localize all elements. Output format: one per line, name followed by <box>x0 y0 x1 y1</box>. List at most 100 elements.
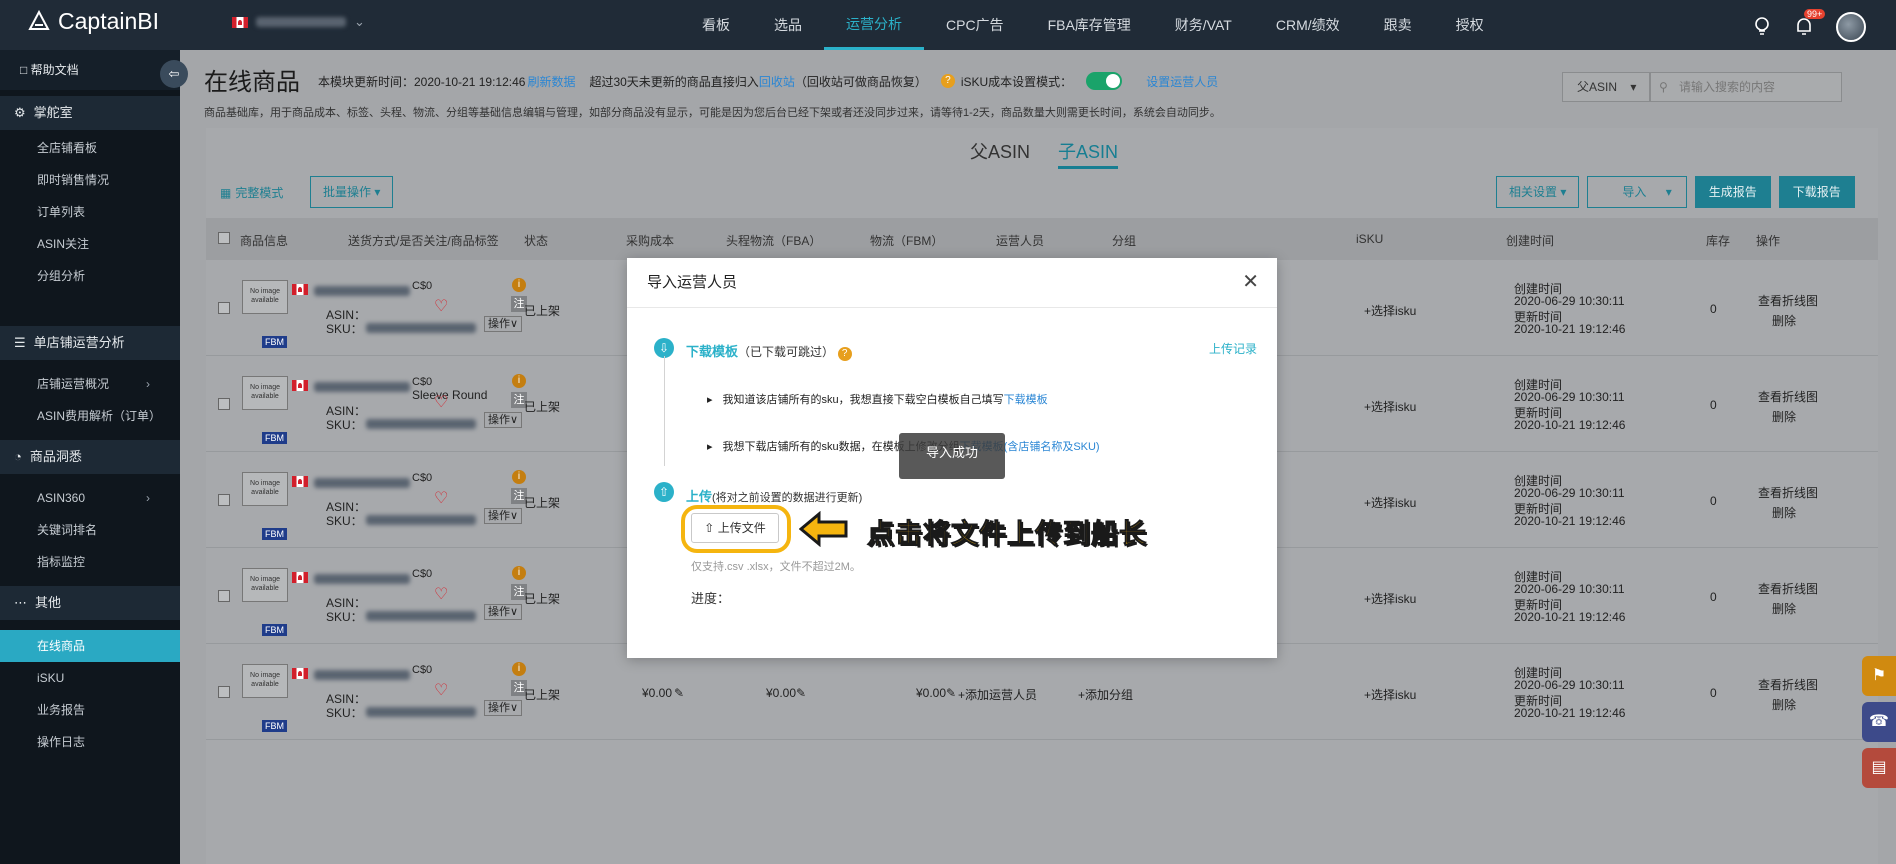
select-all-checkbox[interactable] <box>218 232 230 244</box>
row-checkbox[interactable] <box>218 302 230 314</box>
logo[interactable]: CaptainBI <box>26 8 159 35</box>
lightbulb-icon[interactable] <box>1752 15 1772 40</box>
view-chart-link[interactable]: 查看折线图 <box>1758 292 1818 309</box>
help-docs-link[interactable]: □ 帮助文档 <box>0 50 180 90</box>
product-title[interactable] <box>314 478 410 488</box>
gift-float-button[interactable]: ▤ <box>1862 748 1896 788</box>
import-button[interactable]: 导入 ▾ <box>1587 176 1687 208</box>
product-title[interactable] <box>314 670 410 680</box>
sidebar-item[interactable]: 关键词排名 <box>0 514 180 546</box>
delete-link[interactable]: 删除 <box>1772 408 1796 425</box>
nav-item-active[interactable]: 运营分析 <box>824 0 924 50</box>
sidebar-item[interactable]: 全店铺看板 <box>0 132 180 164</box>
sidebar-section-store-analysis[interactable]: ☰ 单店铺运营分析 <box>0 326 180 360</box>
sidebar-item[interactable]: 操作日志 <box>0 726 180 758</box>
row-checkbox[interactable] <box>218 590 230 602</box>
view-chart-link[interactable]: 查看折线图 <box>1758 484 1818 501</box>
product-title[interactable] <box>314 286 410 296</box>
search-type-select[interactable]: 父ASIN ▾ <box>1562 72 1650 102</box>
row-operation-button[interactable]: 操作∨ <box>484 508 523 524</box>
view-chart-link[interactable]: 查看折线图 <box>1758 388 1818 405</box>
add-group-link[interactable]: +添加分组 <box>1078 686 1133 703</box>
upload-log-link[interactable]: 上传记录 <box>1209 340 1257 357</box>
recycle-link[interactable]: 回收站 <box>759 75 795 89</box>
add-operator-link[interactable]: +添加运营人员 <box>958 686 1037 703</box>
row-operation-button[interactable]: 操作∨ <box>484 604 523 620</box>
bell-icon[interactable]: 99+ <box>1794 8 1826 40</box>
row-operation-button[interactable]: 操作∨ <box>484 316 523 332</box>
help-icon[interactable]: ? <box>940 74 955 88</box>
info-icon[interactable]: i <box>512 566 526 580</box>
delete-link[interactable]: 删除 <box>1772 504 1796 521</box>
download-report-button[interactable]: 下载报告 <box>1778 176 1855 208</box>
sidebar-item[interactable]: ASIN360 › <box>0 482 180 514</box>
nav-item[interactable]: FBA库存管理 <box>1026 0 1153 50</box>
nav-item[interactable]: 财务/VAT <box>1153 0 1254 50</box>
view-chart-link[interactable]: 查看折线图 <box>1758 580 1818 597</box>
sidebar-section-other[interactable]: ⋯ 其他 <box>0 586 180 620</box>
sidebar-item[interactable]: 店铺运营概况 › <box>0 368 180 400</box>
sidebar-item[interactable]: 业务报告 <box>0 694 180 726</box>
set-operator-link[interactable]: 设置运营人员 <box>1146 73 1218 90</box>
store-selector[interactable]: ⌄ <box>232 14 365 30</box>
delete-link[interactable]: 删除 <box>1772 312 1796 329</box>
batch-operation-button[interactable]: 批量操作 ▾ <box>310 176 394 208</box>
sidebar-item-online-products[interactable]: 在线商品 <box>0 630 180 662</box>
sidebar-item[interactable]: ASIN关注 <box>0 228 180 260</box>
avatar[interactable] <box>1836 12 1866 42</box>
favorite-heart-icon[interactable]: ♡ <box>434 392 448 412</box>
tab-child-asin[interactable]: 子ASIN <box>1058 138 1119 169</box>
product-title[interactable] <box>314 574 410 584</box>
select-isku-link[interactable]: +选择isku <box>1364 302 1416 319</box>
isku-mode-toggle[interactable] <box>1086 72 1123 90</box>
nav-item[interactable]: 看板 <box>680 0 752 50</box>
delete-link[interactable]: 删除 <box>1772 600 1796 617</box>
nav-item[interactable]: 跟卖 <box>1362 0 1434 50</box>
nav-item[interactable]: 授权 <box>1434 0 1506 50</box>
tab-parent-asin[interactable]: 父ASIN <box>970 138 1030 169</box>
edit-fba-icon[interactable]: ✎ <box>796 686 806 700</box>
upload-file-button[interactable]: ⇧ 上传文件 <box>691 513 779 543</box>
support-float-button[interactable]: ☎ <box>1862 702 1896 742</box>
row-checkbox[interactable] <box>218 398 230 410</box>
row-checkbox[interactable] <box>218 494 230 506</box>
search-input[interactable]: ⚲ 请输入搜索的内容 <box>1650 72 1842 102</box>
nav-item[interactable]: CPC广告 <box>924 0 1026 50</box>
bookmark-float-button[interactable]: ⚑ <box>1862 656 1896 696</box>
favorite-heart-icon[interactable]: ♡ <box>434 296 448 316</box>
sidebar-section-cockpit[interactable]: ⚙ 掌舵室 <box>0 96 180 130</box>
sidebar-item[interactable]: iSKU <box>0 662 180 694</box>
row-operation-button[interactable]: 操作∨ <box>484 700 523 716</box>
settings-button[interactable]: 相关设置 ▾ <box>1496 176 1580 208</box>
info-icon[interactable]: i <box>512 662 526 676</box>
collapse-sidebar-button[interactable]: ⇦ <box>160 60 188 88</box>
sidebar-item[interactable]: 分组分析 <box>0 260 180 292</box>
select-isku-link[interactable]: +选择isku <box>1364 398 1416 415</box>
favorite-heart-icon[interactable]: ♡ <box>434 488 448 508</box>
full-mode-toggle[interactable]: ▦ 完整模式 <box>220 184 283 201</box>
row-checkbox[interactable] <box>218 686 230 698</box>
close-icon[interactable]: ✕ <box>1242 272 1259 292</box>
nav-item[interactable]: CRM/绩效 <box>1254 0 1362 50</box>
info-icon[interactable]: i <box>512 470 526 484</box>
sidebar-item[interactable]: 订单列表 <box>0 196 180 228</box>
product-title[interactable] <box>314 382 410 392</box>
row-operation-button[interactable]: 操作∨ <box>484 412 523 428</box>
sidebar-item[interactable]: ASIN费用解析（订单） <box>0 400 180 432</box>
nav-item[interactable]: 选品 <box>752 0 824 50</box>
sidebar-item[interactable]: 即时销售情况 <box>0 164 180 196</box>
generate-report-button[interactable]: 生成报告 <box>1694 176 1771 208</box>
sidebar-item[interactable]: 指标监控 <box>0 546 180 578</box>
delete-link[interactable]: 删除 <box>1772 696 1796 713</box>
favorite-heart-icon[interactable]: ♡ <box>434 584 448 604</box>
info-icon[interactable]: i <box>512 374 526 388</box>
info-icon[interactable]: i <box>512 278 526 292</box>
select-isku-link[interactable]: +选择isku <box>1364 686 1416 703</box>
favorite-heart-icon[interactable]: ♡ <box>434 680 448 700</box>
edit-fbm-icon[interactable]: ✎ <box>946 686 956 700</box>
help-icon[interactable]: ? <box>837 347 852 361</box>
select-isku-link[interactable]: +选择isku <box>1364 494 1416 511</box>
step1-title[interactable]: 下载模板 <box>686 344 738 359</box>
sidebar-section-insight[interactable]: ◔ 商品洞悉 <box>0 440 180 474</box>
edit-cost-icon[interactable]: ✎ <box>674 686 684 700</box>
